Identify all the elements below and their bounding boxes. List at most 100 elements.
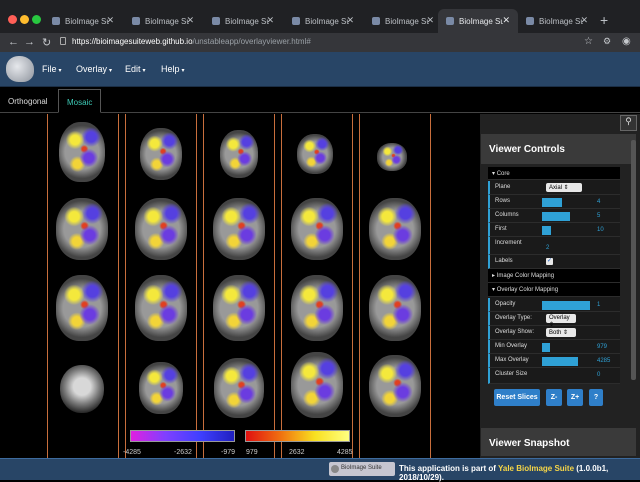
brain-slice[interactable] [213,198,265,260]
yale-bioimage-suite-link[interactable]: Yale BioImage Suite [498,464,574,473]
min-overlay-slider[interactable] [542,343,550,352]
pin-icon[interactable]: ⚲ [620,115,637,131]
brain-slice[interactable] [220,130,258,178]
new-tab-icon[interactable]: + [600,12,608,28]
min-overlay-number-field[interactable]: 979 [597,344,607,350]
column-divider [47,114,48,458]
folder-image-color-mapping[interactable]: ▸ Image Color Mapping [488,269,620,283]
view-tabs: Orthogonal Mosaic [0,87,640,113]
z-plus-button[interactable]: Z+ [567,389,583,406]
help-button[interactable]: ? [589,389,603,406]
tab-close-icon[interactable]: ✕ [580,15,588,26]
brain-slice[interactable] [56,275,108,341]
brain-slice[interactable] [59,122,105,182]
column-divider [274,114,275,458]
tab-mosaic[interactable]: Mosaic [58,89,102,113]
brain-slice[interactable] [56,198,108,260]
folder-overlay-color-mapping[interactable]: ▾ Overlay Color Mapping [488,283,620,297]
lock-icon [60,37,66,45]
labels-checkbox[interactable]: ✓ [546,258,553,265]
close-window-icon[interactable] [8,15,17,24]
browser-tab[interactable]: BioImage Suite✕ [518,9,596,33]
brain-slice[interactable] [369,198,421,260]
back-icon[interactable]: ← [8,36,19,48]
plane-select[interactable]: Axial ⇕ [546,183,582,192]
tab-orthogonal[interactable]: Orthogonal [0,89,56,113]
columns-slider[interactable] [542,212,570,221]
caret-down-icon: ▾ [142,68,146,74]
brain-slice[interactable] [297,134,333,174]
folder-core[interactable]: ▾ Core [488,167,620,180]
extension-icon[interactable]: ⚙ [603,36,611,47]
increment-number-field[interactable]: 2 [546,245,549,251]
labels-row: Labels ✓ [488,255,620,269]
bookmark-star-icon[interactable]: ☆ [584,36,593,47]
brain-slice[interactable] [291,275,343,341]
column-divider [430,114,431,458]
minimize-window-icon[interactable] [20,15,29,24]
maximize-window-icon[interactable] [32,15,41,24]
z-minus-button[interactable]: Z- [546,389,562,406]
tab-close-icon[interactable]: ✕ [106,15,114,26]
reset-slices-button[interactable]: Reset Slices [494,389,540,406]
brain-slice[interactable] [369,275,421,341]
brain-slice[interactable] [377,143,407,171]
brain-logo-icon[interactable] [6,56,34,82]
browser-tab-active[interactable]: BioImage Suite✕ [438,9,518,33]
max-overlay-slider[interactable] [542,357,578,366]
colorbar-tick: -2632 [174,449,192,456]
rows-row: Rows 4 [488,195,620,209]
column-divider [196,114,197,458]
favicon-icon [292,17,300,25]
cluster-size-number-field[interactable]: 0 [597,372,600,378]
brain-slice[interactable] [213,275,265,341]
opacity-slider[interactable] [542,301,590,310]
sidebar-scrollbar[interactable] [631,140,636,380]
bioimage-suite-badge[interactable]: BioImage Suite [329,462,395,476]
overlay-show-select[interactable]: Both ⇕ [546,328,576,337]
max-overlay-row: Max Overlay 4285 [488,354,620,368]
brain-slice[interactable] [139,362,183,414]
tab-close-icon[interactable]: ✕ [266,15,274,26]
viewer-controls-header[interactable]: Viewer Controls [481,134,636,164]
colorbar-tick: 2632 [289,449,305,456]
brain-slice[interactable] [140,128,182,180]
brain-slice[interactable] [135,275,187,341]
max-overlay-number-field[interactable]: 4285 [597,358,610,364]
tab-close-icon[interactable]: ✕ [426,15,434,26]
menu-overlay[interactable]: Overlay ▾ [76,64,112,74]
tab-close-icon[interactable]: ✕ [186,15,194,26]
first-number-field[interactable]: 10 [597,227,604,233]
opacity-number-field[interactable]: 1 [597,302,600,308]
rows-slider[interactable] [542,198,562,207]
overlay-type-select[interactable]: Overlay ⇕ [546,314,576,328]
viewer-snapshot-header[interactable]: Viewer Snapshot [481,428,636,456]
browser-tab[interactable]: BioImage Suite✕ [284,9,362,33]
colorbar-tick: 4285 [337,449,353,456]
tab-close-icon[interactable]: ✕ [502,15,510,26]
first-slider[interactable] [542,226,551,235]
account-icon[interactable]: ◉ [622,36,631,47]
favicon-icon [526,17,534,25]
url-field[interactable]: https://bioimagesuiteweb.github.io/unsta… [60,36,311,46]
columns-number-field[interactable]: 5 [597,213,600,219]
tab-close-icon[interactable]: ✕ [346,15,354,26]
browser-tab[interactable]: BioImage Suite✕ [44,9,122,33]
rows-number-field[interactable]: 4 [597,199,600,205]
menu-file[interactable]: File ▾ [42,64,62,74]
menu-edit[interactable]: Edit ▾ [125,64,146,74]
brain-slice[interactable] [135,198,187,260]
brain-slice[interactable] [369,355,421,417]
viewer-controls-gui: ▾ Core Plane Axial ⇕ Rows 4 Columns 5 Fi… [488,167,620,384]
brain-slice[interactable] [291,352,343,418]
browser-tab[interactable]: BioImage Suite✕ [364,9,442,33]
forward-icon[interactable]: → [24,36,35,48]
browser-tab[interactable]: BioImage Suite✕ [204,9,282,33]
menu-help[interactable]: Help ▾ [161,64,185,74]
reload-icon[interactable]: ↻ [42,36,51,49]
brain-slice[interactable] [291,198,343,260]
brain-slice[interactable] [60,365,104,413]
browser-tab[interactable]: BioImage Suite✕ [124,9,202,33]
brain-slice[interactable] [214,358,264,418]
colorbar-tick: 979 [246,449,258,456]
